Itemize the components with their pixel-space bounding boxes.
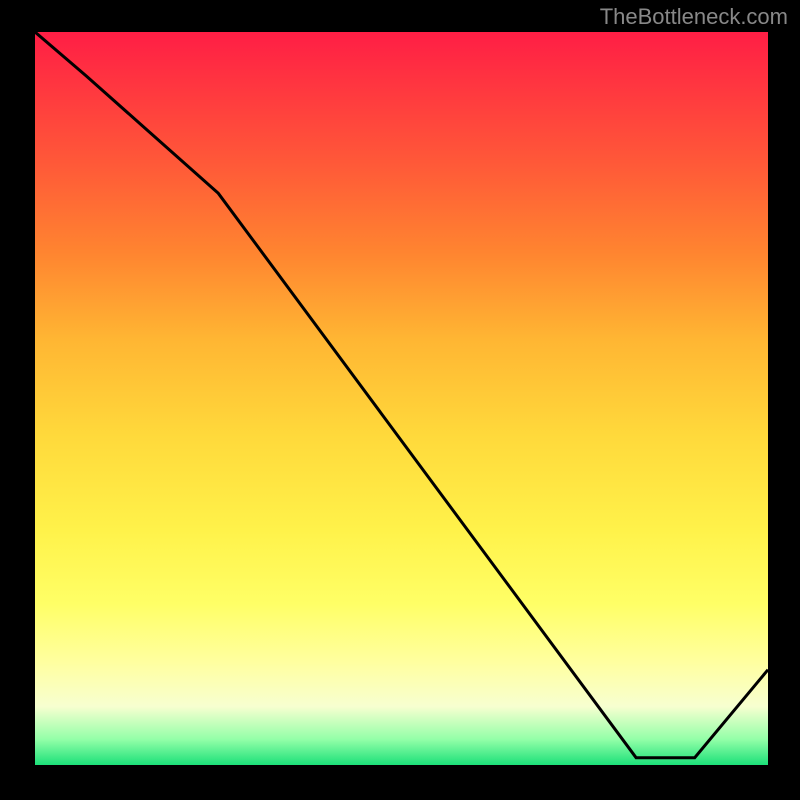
chart-frame: TheBottleneck.com [0, 0, 800, 800]
plot-area [35, 32, 768, 765]
line-chart [35, 32, 768, 765]
attribution-label: TheBottleneck.com [600, 4, 788, 30]
bottleneck-curve [35, 32, 768, 758]
